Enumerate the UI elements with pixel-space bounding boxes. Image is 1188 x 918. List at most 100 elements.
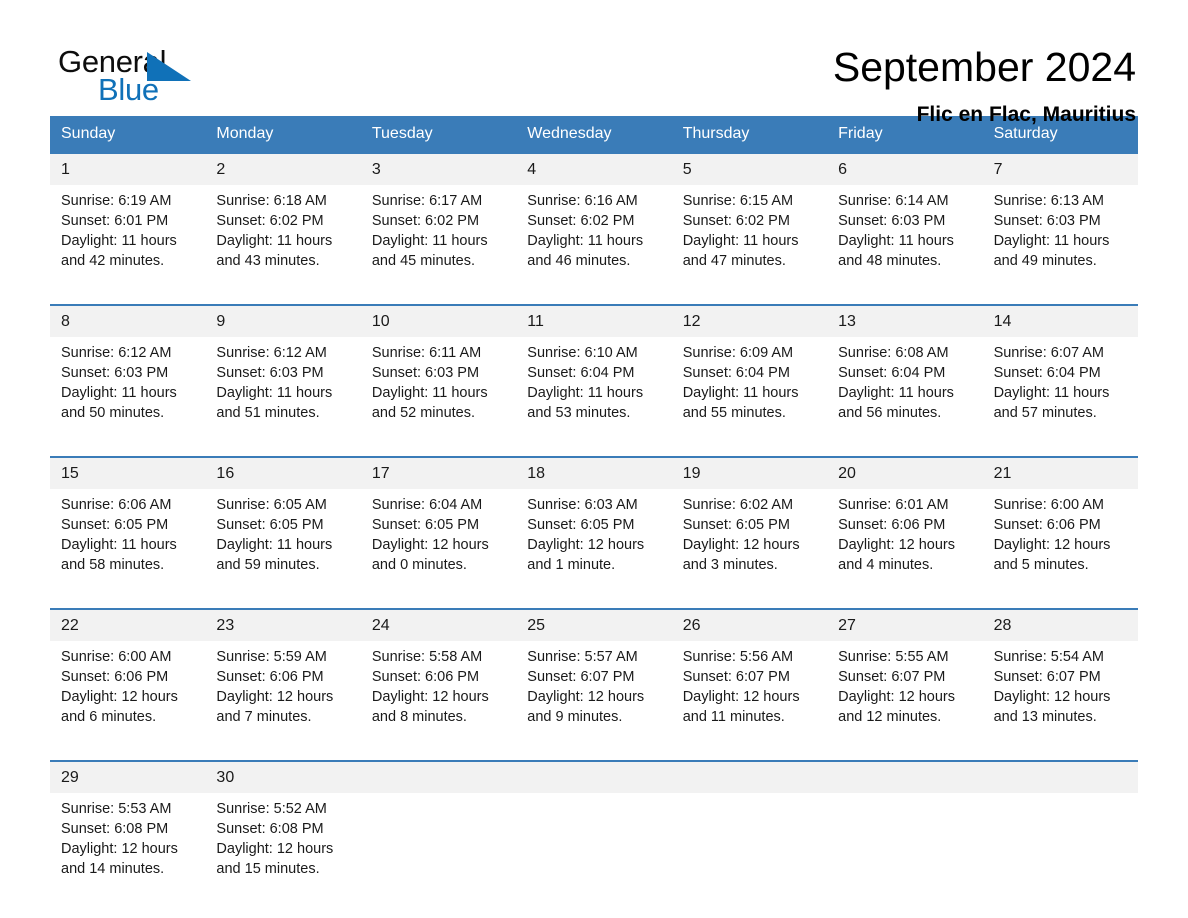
daylight-text: Daylight: 11 hours and 56 minutes.: [838, 385, 954, 421]
day-cell: Sunrise: 6:12 AM Sunset: 6:03 PM Dayligh…: [50, 337, 205, 441]
day-number[interactable]: 27: [827, 610, 982, 641]
daylight-text: Daylight: 11 hours and 59 minutes.: [216, 537, 333, 573]
day-cell-empty: [672, 793, 827, 897]
weekday-header-sunday: Sunday: [61, 125, 116, 142]
day-number[interactable]: 14: [983, 306, 1138, 337]
day-cell: Sunrise: 6:00 AM Sunset: 6:06 PM Dayligh…: [983, 489, 1138, 593]
daylight-text: Daylight: 11 hours and 45 minutes.: [371, 233, 488, 269]
day-number[interactable]: 26: [672, 610, 827, 641]
weekday-header-thursday: Thursday: [682, 125, 750, 142]
sunset-text: Sunset: 6:02 PM: [527, 213, 635, 229]
weekday-header-saturday: Saturday: [993, 125, 1058, 142]
sunrise-text: Sunrise: 6:04 AM: [371, 497, 483, 513]
sunrise-text: Sunrise: 6:14 AM: [838, 193, 949, 209]
daylight-text: Daylight: 12 hours and 12 minutes.: [838, 689, 956, 725]
day-number[interactable]: 29: [50, 762, 205, 793]
day-cell-empty: [361, 793, 516, 897]
day-number[interactable]: 21: [983, 458, 1138, 489]
week-detail-row: Sunrise: 6:12 AM Sunset: 6:03 PM Dayligh…: [50, 337, 1138, 441]
day-number[interactable]: 18: [516, 458, 671, 489]
calendar-week-row: 8 9 10 11 12 13 14 Sunrise: 6:12 AM Suns…: [50, 304, 1138, 441]
day-number[interactable]: 7: [983, 154, 1138, 185]
daylight-text: Daylight: 11 hours and 49 minutes.: [993, 233, 1110, 269]
day-cell: Sunrise: 6:10 AM Sunset: 6:04 PM Dayligh…: [516, 337, 671, 441]
sunrise-text: Sunrise: 6:08 AM: [838, 345, 949, 361]
daylight-text: Daylight: 12 hours and 7 minutes.: [216, 689, 334, 725]
daylight-text: Daylight: 12 hours and 0 minutes.: [371, 537, 489, 573]
sunset-text: Sunset: 6:02 PM: [371, 213, 480, 229]
week-daynumber-row: 29 30: [50, 760, 1138, 793]
day-number[interactable]: 3: [361, 154, 516, 185]
sunrise-text: Sunrise: 5:56 AM: [682, 649, 794, 665]
day-cell: Sunrise: 6:00 AM Sunset: 6:06 PM Dayligh…: [50, 641, 205, 745]
day-number[interactable]: 28: [983, 610, 1138, 641]
sunrise-text: Sunrise: 6:16 AM: [527, 193, 638, 209]
sunset-text: Sunset: 6:04 PM: [527, 365, 635, 381]
sunset-text: Sunset: 6:03 PM: [371, 365, 480, 381]
day-number[interactable]: 23: [205, 610, 360, 641]
day-cell: Sunrise: 6:15 AM Sunset: 6:02 PM Dayligh…: [672, 185, 827, 289]
daylight-text: Daylight: 11 hours and 52 minutes.: [371, 385, 488, 421]
sunrise-text: Sunrise: 6:01 AM: [838, 497, 949, 513]
sunrise-text: Sunrise: 6:13 AM: [993, 193, 1104, 209]
day-cell: Sunrise: 6:11 AM Sunset: 6:03 PM Dayligh…: [361, 337, 516, 441]
sunset-text: Sunset: 6:02 PM: [216, 213, 324, 229]
sunrise-text: Sunrise: 5:58 AM: [371, 649, 483, 665]
sunrise-text: Sunrise: 6:10 AM: [527, 345, 638, 361]
day-number[interactable]: 19: [672, 458, 827, 489]
daylight-text: Daylight: 11 hours and 46 minutes.: [527, 233, 644, 269]
day-number[interactable]: 6: [827, 154, 982, 185]
sunset-text: Sunset: 6:05 PM: [216, 517, 324, 533]
week-daynumber-row: 8 9 10 11 12 13 14: [50, 304, 1138, 337]
day-cell: Sunrise: 6:16 AM Sunset: 6:02 PM Dayligh…: [516, 185, 671, 289]
day-number[interactable]: 15: [50, 458, 205, 489]
day-number[interactable]: 4: [516, 154, 671, 185]
day-cell-empty: [516, 793, 671, 897]
sunrise-text: Sunrise: 5:55 AM: [838, 649, 949, 665]
sunrise-text: Sunrise: 6:00 AM: [993, 497, 1104, 513]
day-number[interactable]: 25: [516, 610, 671, 641]
day-cell: Sunrise: 6:12 AM Sunset: 6:03 PM Dayligh…: [205, 337, 360, 441]
day-number-empty: [983, 762, 1138, 793]
day-number[interactable]: 12: [672, 306, 827, 337]
day-number[interactable]: 10: [361, 306, 516, 337]
day-cell: Sunrise: 5:53 AM Sunset: 6:08 PM Dayligh…: [50, 793, 205, 897]
sunset-text: Sunset: 6:04 PM: [682, 365, 790, 381]
sunrise-text: Sunrise: 5:59 AM: [216, 649, 327, 665]
sunrise-text: Sunrise: 6:12 AM: [61, 345, 172, 361]
day-number[interactable]: 16: [205, 458, 360, 489]
sunset-text: Sunset: 6:04 PM: [838, 365, 946, 381]
weekday-header-row: Sunday Monday Tuesday Wednesday Thursday…: [50, 116, 1138, 152]
sunset-text: Sunset: 6:03 PM: [993, 213, 1101, 229]
sunrise-text: Sunrise: 6:05 AM: [216, 497, 327, 513]
day-number[interactable]: 9: [205, 306, 360, 337]
day-number[interactable]: 24: [361, 610, 516, 641]
day-cell: Sunrise: 5:56 AM Sunset: 6:07 PM Dayligh…: [672, 641, 827, 745]
day-number[interactable]: 5: [672, 154, 827, 185]
day-number[interactable]: 2: [205, 154, 360, 185]
sunset-text: Sunset: 6:02 PM: [682, 213, 790, 229]
daylight-text: Daylight: 11 hours and 55 minutes.: [682, 385, 799, 421]
day-number[interactable]: 22: [50, 610, 205, 641]
sunset-text: Sunset: 6:04 PM: [993, 365, 1101, 381]
day-number[interactable]: 8: [50, 306, 205, 337]
sunset-text: Sunset: 6:03 PM: [838, 213, 946, 229]
sunrise-text: Sunrise: 5:53 AM: [61, 801, 172, 817]
sunset-text: Sunset: 6:06 PM: [61, 669, 169, 685]
calendar-page: General Blue September 2024 Flic en Flac…: [0, 0, 1188, 918]
sunrise-text: Sunrise: 6:12 AM: [216, 345, 327, 361]
day-number[interactable]: 30: [205, 762, 360, 793]
day-number[interactable]: 17: [361, 458, 516, 489]
sunrise-text: Sunrise: 6:02 AM: [682, 497, 794, 513]
day-number[interactable]: 1: [50, 154, 205, 185]
sunrise-text: Sunrise: 6:03 AM: [527, 497, 638, 513]
daylight-text: Daylight: 11 hours and 47 minutes.: [682, 233, 799, 269]
day-number[interactable]: 11: [516, 306, 671, 337]
weekday-header-tuesday: Tuesday: [371, 125, 433, 142]
day-number[interactable]: 20: [827, 458, 982, 489]
sunset-text: Sunset: 6:06 PM: [993, 517, 1101, 533]
logo-text-blue: Blue: [98, 72, 159, 107]
day-number[interactable]: 13: [827, 306, 982, 337]
day-cell: Sunrise: 6:17 AM Sunset: 6:02 PM Dayligh…: [361, 185, 516, 289]
daylight-text: Daylight: 11 hours and 58 minutes.: [61, 537, 177, 573]
